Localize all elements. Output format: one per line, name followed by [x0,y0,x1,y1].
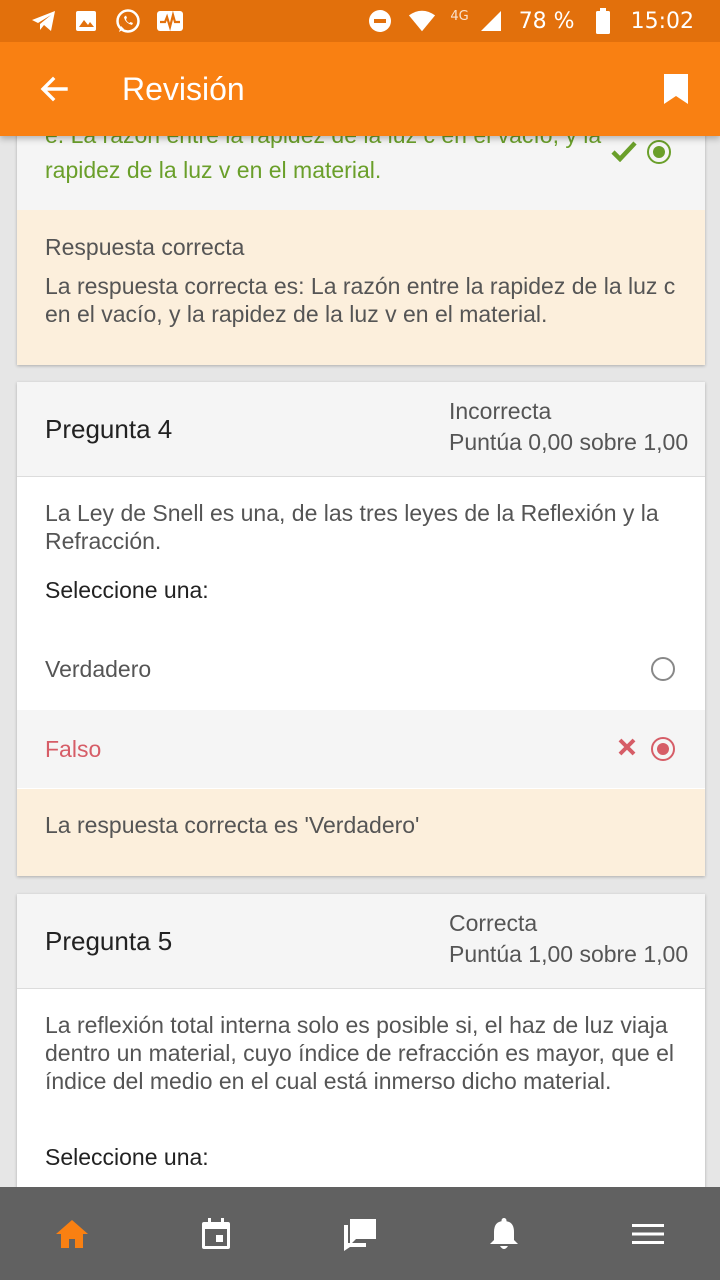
check-icon [611,140,637,167]
wifi-icon [408,7,436,35]
battery-icon [589,7,617,35]
page-title: Revisión [122,70,245,107]
feedback-box: La respuesta correcta es 'Verdadero' [17,789,705,876]
question-header: Pregunta 5 Correcta Puntúa 1,00 sobre 1,… [17,894,705,989]
question-grade: Puntúa 1,00 sobre 1,00 [449,941,689,967]
feedback-text: La respuesta correcta es 'Verdadero' [45,812,420,838]
question-card: Pregunta 5 Correcta Puntúa 1,00 sobre 1,… [17,894,705,1194]
nav-menu-button[interactable] [608,1194,688,1274]
feedback-text: La respuesta correcta es: La razón entre… [45,273,676,327]
battery-level: 78 % [518,8,575,34]
question-card: Pregunta 4 Incorrecta Puntúa 0,00 sobre … [17,382,705,876]
question-title: Pregunta 4 [45,414,173,444]
answer-option-selected[interactable]: Falso [17,710,705,788]
select-label: Seleccione una: [45,1144,209,1170]
feedback-box: Respuesta correcta La respuesta correcta… [17,210,705,365]
bookmark-button[interactable] [654,59,698,119]
activity-icon [156,7,184,35]
clock: 15:02 [630,8,694,34]
nav-notifications-button[interactable] [464,1194,544,1274]
telegram-icon [30,7,58,35]
home-icon [56,1219,88,1248]
question-card: e. La razón entre la rapidez de la luz c… [17,110,705,365]
radio-unselected[interactable] [651,657,675,681]
question-title: Pregunta 5 [45,926,173,956]
question-state: Correcta [449,910,538,936]
dnd-icon [366,7,394,35]
question-text: La Ley de Snell es una, de las tres leye… [45,500,659,554]
answer-option[interactable]: Verdadero [17,630,705,708]
radio-selected[interactable] [651,737,675,761]
question-header: Pregunta 4 Incorrecta Puntúa 0,00 sobre … [17,382,705,477]
radio-selected[interactable] [647,140,671,164]
network-type: 4G [450,8,469,24]
menu-icon [632,1223,664,1244]
whatsapp-icon [114,7,142,35]
question-text: La reflexión total interna solo es posib… [45,1012,675,1094]
question-grade: Puntúa 0,00 sobre 1,00 [449,429,689,455]
signal-icon [477,7,505,35]
calendar-icon [202,1217,230,1249]
option-text: rapidez de la luz v en el material. [45,157,382,183]
feedback-title: Respuesta correcta [45,234,245,260]
question-state: Incorrecta [449,398,552,424]
option-label: Falso [45,735,102,762]
option-label: Verdadero [45,655,152,682]
nav-calendar-button[interactable] [176,1194,256,1274]
app-bar: Revisión [0,42,720,136]
image-icon [72,7,100,35]
notification-icons [0,7,184,35]
messages-icon [344,1218,376,1251]
status-bar: 4G 78 % 15:02 [0,0,720,42]
bottom-navigation [0,1187,720,1280]
nav-home-button[interactable] [32,1194,112,1274]
back-button[interactable] [24,59,84,119]
incorrect-icon [617,737,637,762]
bookmark-icon [664,74,688,104]
bell-icon [490,1217,518,1249]
nav-messages-button[interactable] [320,1194,400,1274]
select-label: Seleccione una: [45,577,209,603]
arrow-left-icon [40,76,68,102]
